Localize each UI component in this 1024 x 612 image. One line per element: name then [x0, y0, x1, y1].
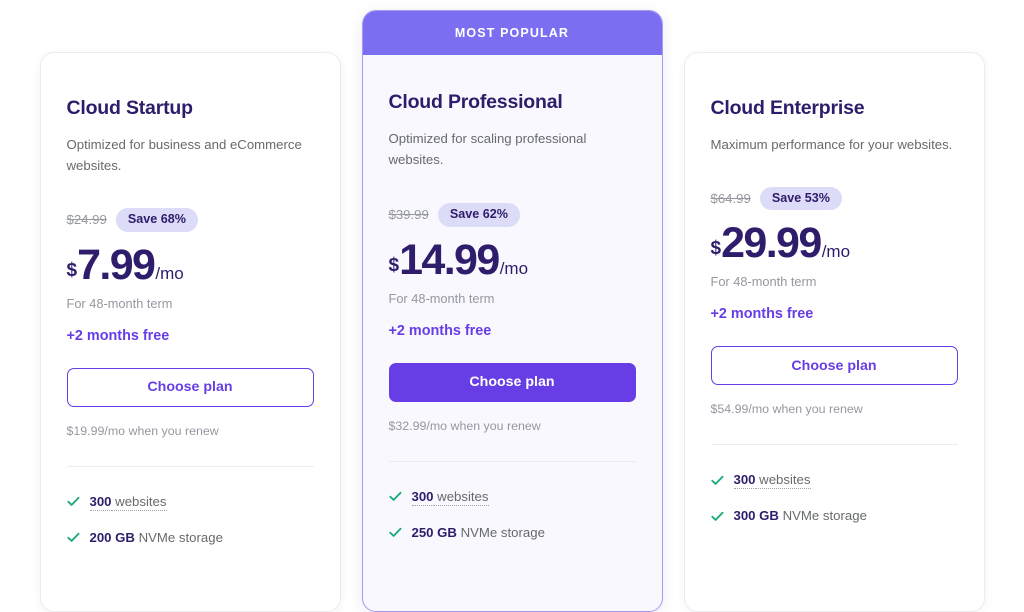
feature-item: 200 GB NVMe storage: [66, 529, 314, 547]
feature-label: NVMe storage: [456, 524, 545, 540]
feature-text[interactable]: 300 websites: [411, 488, 489, 506]
feature-item: 300 GB NVMe storage: [710, 507, 958, 525]
price-period: /mo: [499, 258, 529, 278]
feature-item: 250 GB NVMe storage: [388, 524, 636, 542]
plan-name: Cloud Startup: [66, 97, 194, 119]
section-divider: [66, 465, 314, 467]
feature-value: 300: [733, 472, 756, 490]
plan-description: Optimized for scaling professional websi…: [388, 131, 587, 168]
renewal-price-note: $19.99/mo when you renew: [66, 423, 219, 438]
choose-plan-button[interactable]: Choose plan: [66, 367, 314, 407]
months-free-note: +2 months free: [66, 327, 170, 344]
term-note: For 48-month term: [388, 290, 495, 306]
price-period: /mo: [155, 263, 184, 283]
currency-symbol: $: [710, 238, 722, 260]
feature-text[interactable]: 300 websites: [89, 493, 167, 511]
feature-label: websites: [755, 472, 811, 490]
plan-card-cloud-professional: MOST POPULAR Cloud Professional Optimized …: [361, 10, 663, 612]
choose-plan-button[interactable]: Choose plan: [710, 346, 958, 386]
section-divider: [388, 460, 636, 462]
current-price: $29.99/mo: [711, 222, 958, 265]
original-price: $24.99: [66, 212, 107, 228]
price-amount: 29.99: [721, 219, 822, 268]
plan-description: Maximum performance for your websites.: [710, 137, 953, 152]
current-price: $14.99/mo: [388, 235, 636, 284]
renewal-price-note: $32.99/mo when you renew: [388, 418, 541, 433]
feature-value: 250 GB: [411, 524, 457, 540]
renewal-price-note: $54.99/mo when you renew: [710, 402, 863, 417]
price-period: /mo: [821, 242, 851, 262]
price-comparison-row: $39.99 Save 62%: [389, 202, 636, 228]
current-price: $7.99/mo: [66, 240, 314, 289]
term-note: For 48-month term: [710, 274, 817, 290]
price-comparison-row: $24.99 Save 68%: [67, 207, 314, 233]
plan-card-cloud-enterprise: Cloud Enterprise Maximum performance for …: [683, 52, 985, 612]
check-icon: [710, 474, 724, 487]
feature-list: 300 websites 300 GB NVMe storage: [710, 453, 958, 525]
check-icon: [388, 526, 402, 539]
check-icon: [388, 490, 402, 503]
most-popular-banner: MOST POPULAR: [362, 11, 662, 55]
section-divider: [710, 444, 958, 446]
feature-list: 300 websites 250 GB NVMe storage: [388, 470, 636, 542]
original-price: $64.99: [710, 190, 751, 206]
price-amount: 14.99: [399, 235, 500, 284]
check-icon: [66, 495, 80, 508]
feature-label: NVMe storage: [134, 529, 223, 545]
feature-text[interactable]: 300 websites: [733, 471, 811, 490]
pricing-plans-grid: Cloud Startup Optimized for business and …: [0, 0, 1024, 612]
plan-card-cloud-startup: Cloud Startup Optimized for business and …: [39, 52, 341, 612]
feature-item: 300 websites: [710, 471, 958, 490]
original-price: $39.99: [388, 207, 429, 223]
choose-plan-button[interactable]: Choose plan: [388, 362, 636, 402]
feature-item: 300 websites: [388, 488, 636, 506]
price-comparison-row: $64.99 Save 53%: [711, 185, 958, 211]
check-icon: [66, 531, 80, 544]
term-note: For 48-month term: [66, 295, 173, 311]
currency-symbol: $: [66, 259, 78, 281]
feature-label: websites: [433, 488, 489, 506]
feature-item: 300 websites: [66, 493, 314, 511]
months-free-note: +2 months free: [710, 306, 814, 323]
currency-symbol: $: [388, 254, 400, 276]
feature-text: 250 GB NVMe storage: [412, 524, 545, 542]
feature-text: 300 GB NVMe storage: [734, 507, 867, 525]
feature-value: 300: [411, 488, 434, 506]
discount-badge: Save 53%: [759, 186, 842, 211]
plan-name: Cloud Professional: [388, 91, 563, 113]
plan-name: Cloud Enterprise: [710, 97, 865, 119]
feature-text: 200 GB NVMe storage: [90, 529, 223, 547]
feature-list: 300 websites 200 GB NVMe storage: [66, 475, 314, 547]
discount-badge: Save 62%: [437, 202, 520, 227]
feature-value: 300: [89, 493, 112, 511]
plan-card-body: Cloud Professional Optimized for scaling …: [363, 55, 662, 541]
price-amount: 7.99: [77, 240, 156, 289]
plan-card-body: Cloud Startup Optimized for business and …: [41, 53, 340, 546]
feature-label: websites: [111, 493, 167, 511]
discount-badge: Save 68%: [115, 207, 198, 232]
feature-value: 200 GB: [89, 529, 135, 545]
plan-description: Optimized for business and eCommerce web…: [66, 137, 302, 174]
plan-card-body: Cloud Enterprise Maximum performance for …: [685, 53, 984, 525]
months-free-note: +2 months free: [388, 322, 492, 339]
